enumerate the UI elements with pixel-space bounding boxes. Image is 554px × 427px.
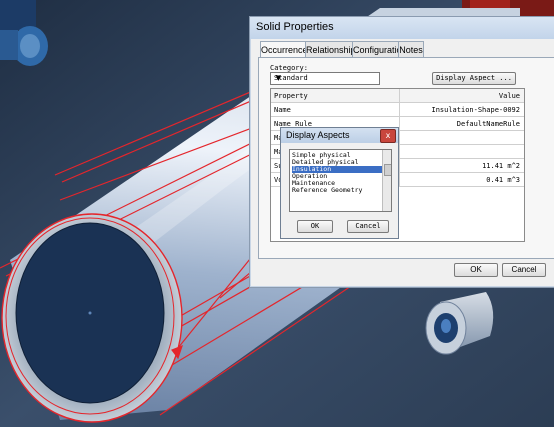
close-icon[interactable]: x <box>380 129 396 143</box>
row-property: Name <box>274 106 291 114</box>
display-aspects-dialog: Display Aspects x Simple physical Detail… <box>280 127 399 239</box>
dialog-titlebar[interactable]: Solid Properties <box>250 17 554 39</box>
popup-ok-button[interactable]: OK <box>297 220 333 233</box>
chevron-down-icon[interactable]: ▼ <box>274 74 283 83</box>
category-label: Category: <box>270 64 308 72</box>
header-property: Property <box>274 92 308 100</box>
row-value: 0.41 m^3 <box>486 176 520 184</box>
row-value: 11.41 m^2 <box>482 162 520 170</box>
display-aspects-list[interactable]: Simple physical Detailed physical Insula… <box>289 149 392 212</box>
table-header: Property Value <box>271 89 524 103</box>
ok-button[interactable]: OK <box>454 263 498 277</box>
row-value: DefaultNameRule <box>456 120 520 128</box>
list-item[interactable]: Reference Geometry <box>292 187 382 194</box>
cancel-button[interactable]: Cancel <box>502 263 546 277</box>
display-aspect-button[interactable]: Display Aspect ... <box>432 72 516 85</box>
table-row[interactable]: Name Insulation-Shape-0092 <box>271 103 524 117</box>
popup-titlebar[interactable]: Display Aspects x <box>281 128 398 143</box>
tab-notes[interactable]: Notes <box>398 41 424 58</box>
tab-relationship[interactable]: Relationship <box>305 41 356 58</box>
list-scrollbar[interactable] <box>382 150 391 211</box>
dialog-title: Solid Properties <box>256 21 334 33</box>
3d-viewport[interactable]: Solid Properties Occurrence Relationship… <box>0 0 554 427</box>
header-value: Value <box>498 92 520 100</box>
scrollbar-thumb[interactable] <box>384 164 391 176</box>
tab-configuration[interactable]: Configuration <box>352 41 407 58</box>
popup-title: Display Aspects <box>286 130 350 140</box>
row-value: Insulation-Shape-0092 <box>431 106 520 114</box>
category-dropdown[interactable]: Standard ▼ <box>270 72 380 85</box>
popup-cancel-button[interactable]: Cancel <box>347 220 389 233</box>
